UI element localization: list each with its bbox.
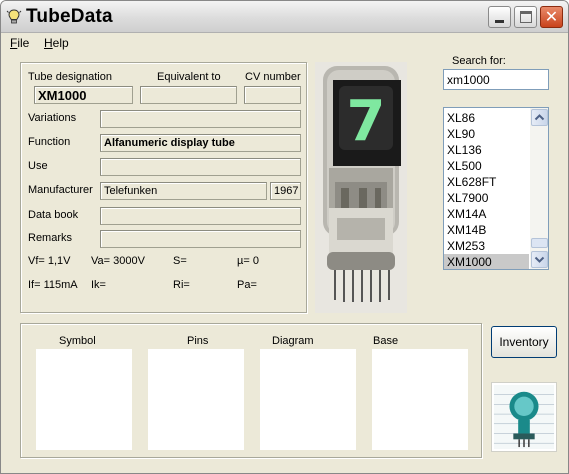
inventory-button[interactable]: Inventory xyxy=(491,326,557,358)
tube-photo: 7 xyxy=(315,62,407,313)
maximize-icon xyxy=(520,11,532,23)
diagram-label: Diagram xyxy=(272,335,314,347)
list-item[interactable]: XM14A xyxy=(444,206,529,222)
menu-bar: File Help xyxy=(1,33,568,53)
ri-value: Ri= xyxy=(173,279,190,291)
base-label: Base xyxy=(373,335,399,347)
menu-file-label: ile xyxy=(17,36,30,50)
lightbulb-icon xyxy=(6,9,22,24)
list-item[interactable]: XL86 xyxy=(444,110,529,126)
list-item[interactable]: XL136 xyxy=(444,142,529,158)
scroll-down-button[interactable] xyxy=(531,251,548,268)
pins-label: Pins xyxy=(187,335,209,347)
list-item[interactable]: XM253 xyxy=(444,238,529,254)
cv-number-field[interactable] xyxy=(244,86,301,104)
list-scrollbar[interactable] xyxy=(530,108,548,269)
tube-list-items: XL86 XL90 XL136 XL500 XL628FT XL7900 XM1… xyxy=(444,110,529,269)
list-item[interactable]: XL628FT xyxy=(444,174,529,190)
manufacturer-label: Manufacturer xyxy=(28,184,93,196)
equivalent-field[interactable] xyxy=(140,86,237,104)
app-window: TubeData ✕ File Help Tube designation Eq… xyxy=(0,0,569,474)
list-item[interactable]: XL90 xyxy=(444,126,529,142)
symbol-canvas xyxy=(36,349,132,450)
maximize-button[interactable] xyxy=(514,6,537,28)
pins-canvas xyxy=(148,349,244,450)
remarks-label: Remarks xyxy=(28,232,73,244)
close-button[interactable]: ✕ xyxy=(540,6,563,28)
pa-value: Pa= xyxy=(237,279,257,291)
variations-field[interactable] xyxy=(100,110,301,128)
tube-digit: 7 xyxy=(347,89,386,154)
symbol-label: Symbol xyxy=(59,335,96,347)
va-value: Va= 3000V xyxy=(91,255,145,267)
mu-value: µ= 0 xyxy=(237,255,259,267)
base-canvas xyxy=(372,349,468,450)
scroll-down-icon xyxy=(534,256,545,263)
s-value: S= xyxy=(173,255,187,267)
title-bar[interactable]: TubeData ✕ xyxy=(1,1,568,33)
if-value: If= 115mA xyxy=(28,279,78,291)
use-label: Use xyxy=(28,160,48,172)
equivalent-label: Equivalent to xyxy=(157,71,221,83)
menu-help[interactable]: Help xyxy=(44,36,69,50)
data-book-field[interactable] xyxy=(100,207,301,225)
minimize-icon xyxy=(495,20,504,23)
tube-designation-field[interactable]: XM1000 xyxy=(34,86,133,104)
use-field[interactable] xyxy=(100,158,301,176)
list-item[interactable]: XM14B xyxy=(444,222,529,238)
tube-details-group: Tube designation Equivalent to CV number… xyxy=(20,62,307,313)
menu-file[interactable]: File xyxy=(10,36,29,50)
search-input[interactable] xyxy=(443,69,549,90)
menu-help-accel: H xyxy=(44,36,53,50)
year-field[interactable]: 1967 xyxy=(270,182,301,200)
manufacturer-field[interactable]: Telefunken xyxy=(100,182,267,200)
menu-help-label: elp xyxy=(52,36,69,50)
variations-label: Variations xyxy=(28,112,77,124)
cv-number-label: CV number xyxy=(245,71,301,83)
vf-value: Vf= 1,1V xyxy=(28,255,71,267)
ik-value: Ik= xyxy=(91,279,106,291)
tube-listbox[interactable]: XL86 XL90 XL136 XL500 XL628FT XL7900 XM1… xyxy=(443,107,549,270)
list-item[interactable]: XL7900 xyxy=(444,190,529,206)
function-label: Function xyxy=(28,136,71,148)
remarks-field[interactable] xyxy=(100,230,301,248)
diagram-canvas xyxy=(260,349,356,450)
minimize-button[interactable] xyxy=(488,6,511,28)
scroll-thumb[interactable] xyxy=(531,238,548,248)
tube-logo[interactable] xyxy=(491,382,557,452)
list-item[interactable]: XL500 xyxy=(444,158,529,174)
list-item-selected[interactable]: XM1000 xyxy=(444,254,529,269)
search-label: Search for: xyxy=(452,55,506,67)
scroll-up-icon xyxy=(534,114,545,121)
tube-designation-label: Tube designation xyxy=(28,71,112,83)
close-icon: ✕ xyxy=(544,7,559,26)
data-book-label: Data book xyxy=(28,209,79,221)
window-title: TubeData xyxy=(26,6,113,27)
scroll-up-button[interactable] xyxy=(531,109,548,126)
function-field[interactable]: Alfanumeric display tube xyxy=(100,134,301,152)
